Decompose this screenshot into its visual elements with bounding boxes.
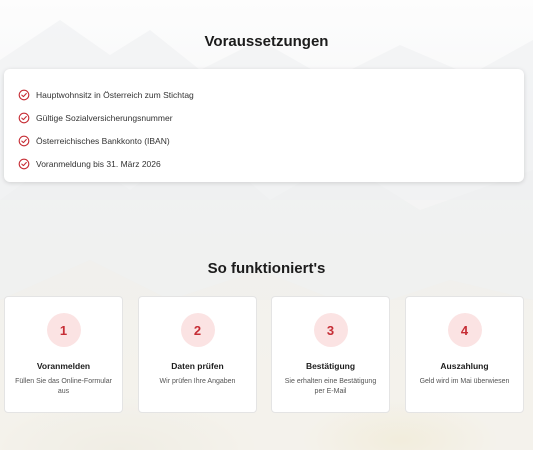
step-description: Geld wird im Mai überwiesen	[419, 378, 510, 385]
requirement-text: Österreichisches Bankkonto (IBAN)	[36, 135, 170, 146]
step-number-badge: 1	[46, 313, 81, 347]
step-description: Füllen Sie das Online-Formular aus	[15, 378, 112, 395]
step-description: Wir prüfen Ihre Angaben	[159, 378, 236, 385]
step-card: 1 Voranmelden Füllen Sie das Online-Form…	[4, 296, 123, 413]
check-circle-icon	[18, 112, 30, 124]
step-number-badge: 2	[180, 313, 215, 347]
step-description: Sie erhalten eine Bestätigung per E-Mail	[284, 378, 377, 395]
step-number-badge: 3	[313, 313, 348, 347]
requirement-item: Voranmeldung bis 31. März 2026	[18, 152, 524, 175]
check-circle-icon	[18, 89, 30, 101]
requirement-text: Gültige Sozialversicherungsnummer	[36, 112, 173, 123]
requirement-item: Gültige Sozialversicherungsnummer	[18, 106, 524, 129]
step-title: Daten prüfen	[171, 361, 224, 371]
step-card: 2 Daten prüfen Wir prüfen Ihre Angaben	[138, 296, 257, 413]
requirement-text: Hauptwohnsitz in Österreich zum Stichtag	[36, 89, 194, 100]
step-title: Voranmelden	[36, 361, 91, 371]
requirement-text: Voranmeldung bis 31. März 2026	[36, 158, 161, 169]
step-card: 4 Auszahlung Geld wird im Mai überwiesen	[405, 296, 524, 413]
requirements-card: Hauptwohnsitz in Österreich zum Stichtag…	[4, 69, 524, 182]
how-it-works-title: So funktioniert's	[207, 260, 326, 277]
check-circle-icon	[18, 135, 30, 147]
step-title: Auszahlung	[440, 361, 489, 371]
step-card: 3 Bestätigung Sie erhalten eine Bestätig…	[271, 296, 390, 413]
requirement-item: Hauptwohnsitz in Österreich zum Stichtag	[18, 83, 524, 106]
check-circle-icon	[18, 158, 30, 170]
step-number-badge: 4	[447, 313, 482, 347]
step-title: Bestätigung	[305, 361, 356, 371]
requirement-item: Österreichisches Bankkonto (IBAN)	[18, 129, 524, 152]
requirements-title: Voraussetzungen	[204, 33, 329, 50]
